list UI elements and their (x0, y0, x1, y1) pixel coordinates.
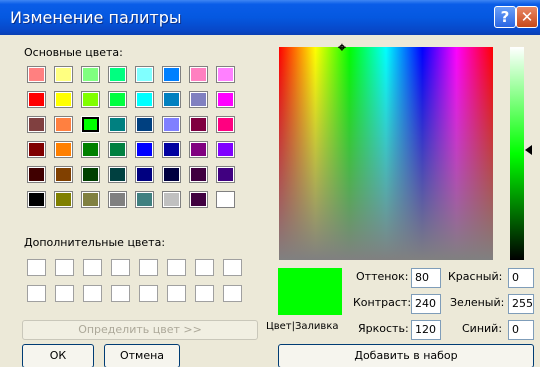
custom-color-swatch[interactable] (83, 285, 102, 302)
saturation-field[interactable]: 240 (411, 294, 441, 314)
basic-color-swatch[interactable] (108, 141, 127, 158)
arrow-left-icon[interactable] (525, 145, 532, 155)
basic-color-swatch[interactable] (54, 116, 73, 133)
custom-color-swatch[interactable] (195, 285, 214, 302)
basic-color-swatch[interactable] (162, 166, 181, 183)
basic-color-swatch[interactable] (162, 191, 181, 208)
blue-field[interactable]: 0 (508, 320, 534, 340)
custom-color-swatch[interactable] (223, 259, 242, 276)
basic-color-swatch[interactable] (54, 191, 73, 208)
basic-color-swatch[interactable] (108, 191, 127, 208)
basic-color-swatch[interactable] (27, 116, 46, 133)
basic-color-swatch[interactable] (189, 166, 208, 183)
custom-color-swatch[interactable] (27, 285, 46, 302)
close-button[interactable]: ✕ (516, 6, 538, 28)
basic-color-swatch[interactable] (162, 116, 181, 133)
custom-color-swatch[interactable] (139, 285, 158, 302)
add-to-custom-button[interactable]: Добавить в набор (278, 344, 534, 367)
hue-field[interactable]: 80 (411, 268, 441, 288)
basic-color-swatch[interactable] (216, 166, 235, 183)
blue-label: Синий: (462, 322, 503, 335)
basic-color-swatch[interactable] (189, 66, 208, 83)
basic-color-swatch[interactable] (189, 91, 208, 108)
luminance-field[interactable]: 120 (411, 320, 441, 340)
basic-color-swatch[interactable] (135, 166, 154, 183)
basic-color-swatch[interactable] (81, 91, 100, 108)
basic-color-swatch[interactable] (108, 116, 127, 133)
custom-color-swatch[interactable] (195, 259, 214, 276)
basic-color-swatch[interactable] (54, 141, 73, 158)
luminance-slider[interactable] (510, 47, 524, 260)
basic-color-swatch[interactable] (216, 191, 235, 208)
basic-color-swatch[interactable] (135, 116, 154, 133)
define-custom-colors-button[interactable]: Определить цвет >> (22, 320, 258, 340)
basic-color-swatch[interactable] (108, 66, 127, 83)
basic-color-swatch[interactable] (216, 116, 235, 133)
basic-color-swatch[interactable] (216, 91, 235, 108)
ok-button[interactable]: ОК (22, 344, 94, 367)
basic-color-swatch[interactable] (162, 141, 181, 158)
green-field[interactable]: 255 (508, 294, 534, 314)
basic-color-swatch[interactable] (27, 191, 46, 208)
basic-color-swatch[interactable] (216, 66, 235, 83)
basic-color-swatch[interactable] (81, 66, 100, 83)
crosshair-icon: ⌖ (338, 40, 346, 56)
basic-color-swatch[interactable] (162, 91, 181, 108)
custom-color-swatch[interactable] (27, 259, 46, 276)
custom-color-swatch[interactable] (111, 259, 130, 276)
help-button[interactable]: ? (494, 6, 516, 28)
custom-color-swatch[interactable] (55, 259, 74, 276)
basic-color-swatch[interactable] (189, 141, 208, 158)
basic-colors-label: Основные цвета: (24, 46, 123, 59)
color-spectrum[interactable] (279, 47, 493, 260)
basic-color-swatch[interactable] (54, 91, 73, 108)
basic-color-swatch[interactable] (216, 141, 235, 158)
custom-color-swatch[interactable] (167, 259, 186, 276)
basic-color-swatch[interactable] (135, 91, 154, 108)
basic-color-swatch[interactable] (27, 141, 46, 158)
color-dialog: Изменение палитры ? ✕ Основные цвета: До… (0, 0, 540, 367)
basic-color-swatch[interactable] (81, 116, 100, 133)
hue-label: Оттенок: (356, 270, 409, 283)
basic-color-swatch[interactable] (135, 191, 154, 208)
basic-color-swatch[interactable] (189, 116, 208, 133)
basic-color-swatch[interactable] (81, 166, 100, 183)
window-title: Изменение палитры (10, 8, 182, 27)
custom-color-swatch[interactable] (139, 259, 158, 276)
basic-color-swatch[interactable] (27, 166, 46, 183)
basic-color-swatch[interactable] (162, 66, 181, 83)
custom-color-swatch[interactable] (111, 285, 130, 302)
basic-color-swatch[interactable] (135, 66, 154, 83)
basic-color-swatch[interactable] (108, 166, 127, 183)
custom-color-swatch[interactable] (83, 259, 102, 276)
basic-color-swatch[interactable] (81, 141, 100, 158)
basic-color-swatch[interactable] (81, 191, 100, 208)
basic-color-swatch[interactable] (189, 191, 208, 208)
basic-color-swatch[interactable] (135, 141, 154, 158)
basic-color-swatch[interactable] (54, 166, 73, 183)
color-preview (278, 268, 342, 315)
red-label: Красный: (448, 270, 503, 283)
basic-color-swatch[interactable] (27, 91, 46, 108)
custom-color-swatch[interactable] (223, 285, 242, 302)
luminance-label: Яркость: (358, 322, 409, 335)
color-fill-label: Цвет|Заливка (266, 321, 339, 332)
custom-color-swatch[interactable] (167, 285, 186, 302)
custom-colors-label: Дополнительные цвета: (24, 236, 166, 249)
saturation-label: Контраст: (353, 296, 412, 309)
basic-color-swatch[interactable] (108, 91, 127, 108)
red-field[interactable]: 0 (508, 268, 534, 288)
green-label: Зеленый: (450, 296, 505, 309)
basic-color-swatch[interactable] (27, 66, 46, 83)
custom-color-swatch[interactable] (55, 285, 74, 302)
basic-color-swatch[interactable] (54, 66, 73, 83)
title-bar[interactable]: Изменение палитры ? ✕ (0, 0, 540, 35)
cancel-button[interactable]: Отмена (104, 344, 180, 367)
